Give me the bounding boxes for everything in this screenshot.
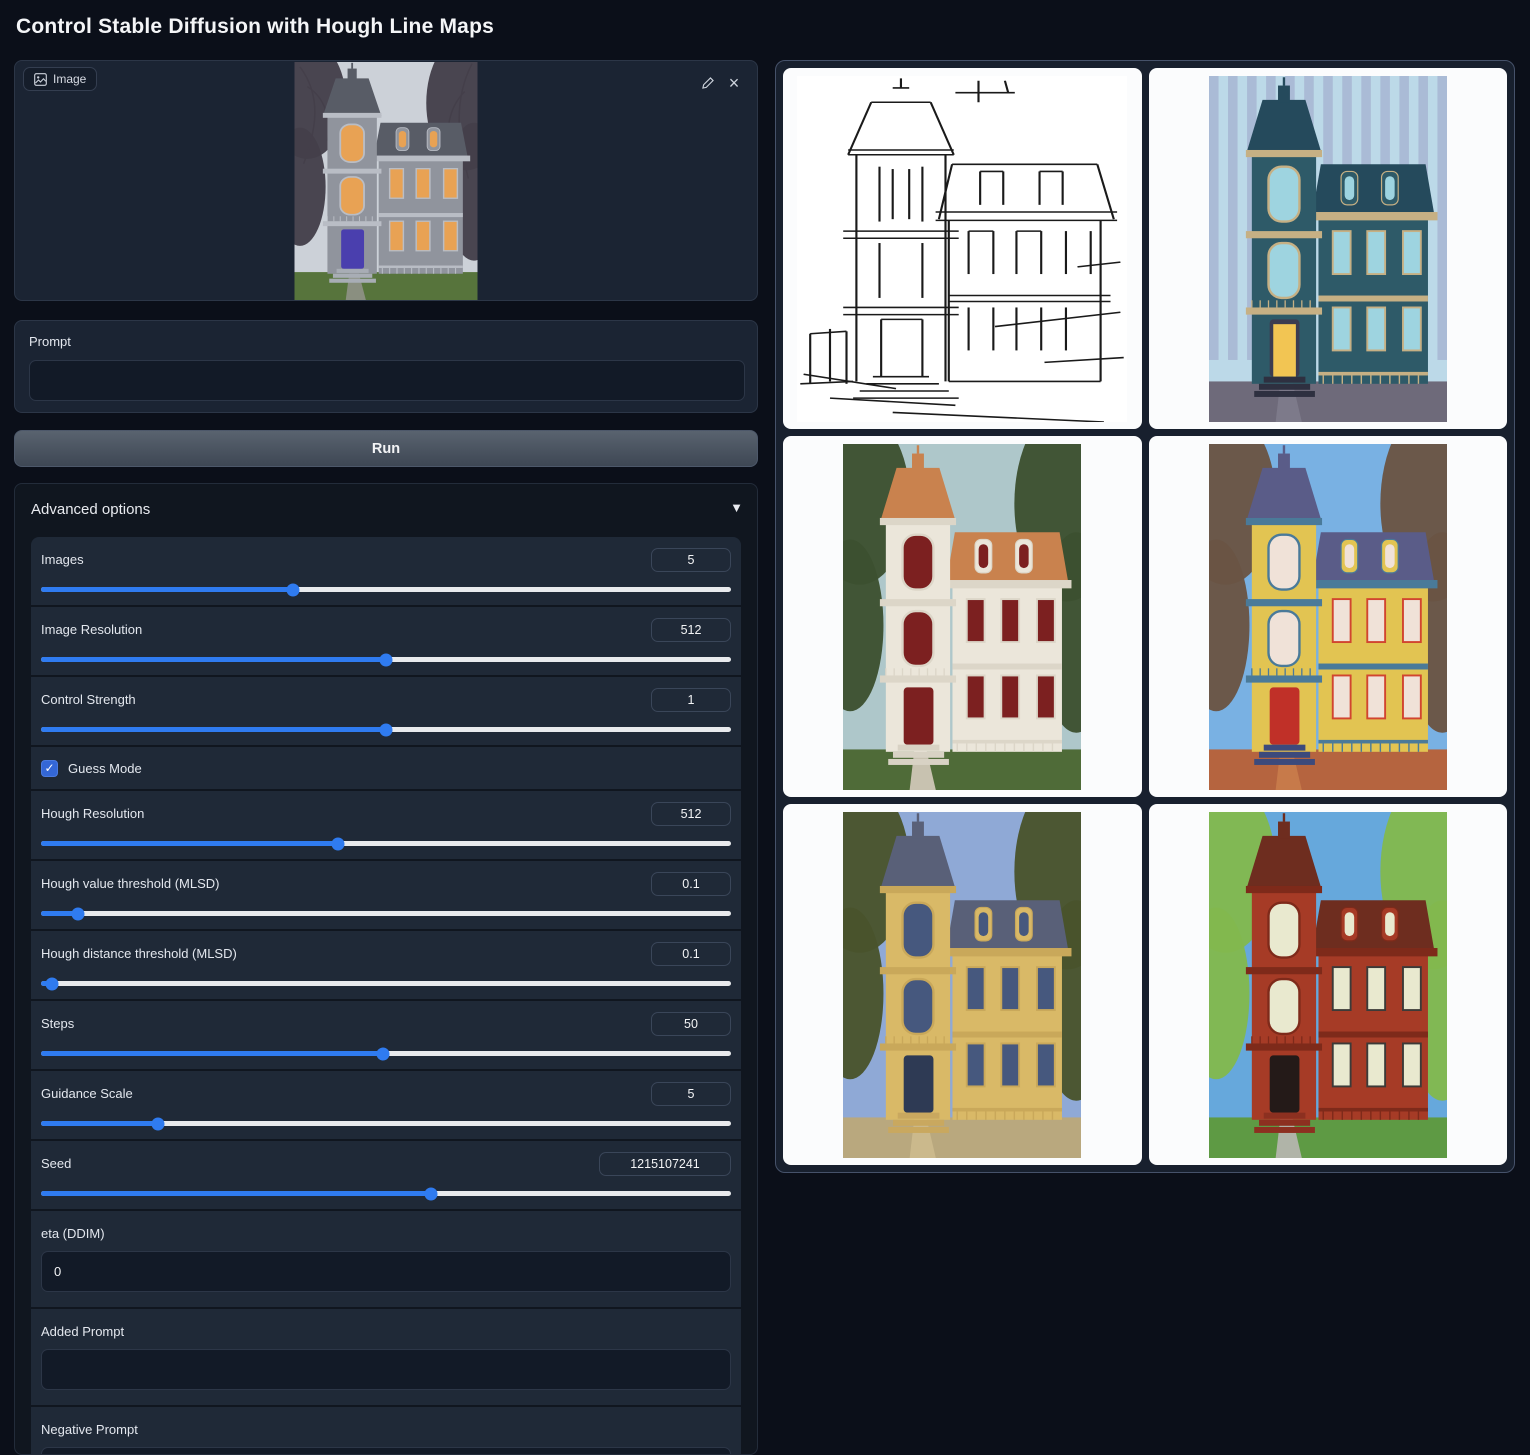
images-slider[interactable] xyxy=(41,587,731,592)
pencil-icon xyxy=(701,76,715,90)
run-button[interactable]: Run xyxy=(14,430,758,467)
hough-resolution-slider[interactable] xyxy=(41,841,731,846)
gallery-cell-result-yellow-blue-victorian-painting[interactable] xyxy=(1149,436,1508,797)
advanced-blocks: Images Image Resolution Control Strength ✓ G… xyxy=(31,537,741,1455)
steps-slider-handle[interactable] xyxy=(376,1047,389,1060)
result-hough-line-map-image xyxy=(797,76,1127,422)
hough-distance-threshold-mlsd-slider-handle[interactable] xyxy=(46,977,59,990)
image-resolution-slider-handle[interactable] xyxy=(380,653,393,666)
result-yellow-blue-victorian-painting-image xyxy=(1209,444,1447,790)
prompt-label: Prompt xyxy=(29,334,71,349)
eta-ddim-block: eta (DDIM) xyxy=(31,1211,741,1307)
control-strength-slider-fill xyxy=(41,727,386,732)
hough-value-threshold-mlsd-slider[interactable] xyxy=(41,911,731,916)
hough-resolution-value-input[interactable] xyxy=(651,802,731,826)
page-title: Control Stable Diffusion with Hough Line… xyxy=(16,15,494,39)
eta-ddim-input[interactable] xyxy=(41,1251,731,1292)
hough-distance-threshold-mlsd-slider-block: Hough distance threshold (MLSD) xyxy=(31,931,741,999)
guidance-scale-slider-fill xyxy=(41,1121,158,1126)
control-strength-value-input[interactable] xyxy=(651,688,731,712)
hough-value-threshold-mlsd-slider-block: Hough value threshold (MLSD) xyxy=(31,861,741,929)
hough-distance-threshold-mlsd-label: Hough distance threshold (MLSD) xyxy=(41,946,237,961)
gallery-cell-result-white-victorian-painting[interactable] xyxy=(783,436,1142,797)
guidance-scale-label: Guidance Scale xyxy=(41,1086,133,1101)
chevron-down-icon: ▼ xyxy=(730,500,743,515)
guess-mode-checkbox-block: ✓ Guess Mode xyxy=(31,747,741,789)
input-house-image xyxy=(295,62,478,300)
seed-value-input[interactable] xyxy=(599,1152,731,1176)
guess-mode-checkbox[interactable]: ✓ xyxy=(41,760,58,777)
hough-value-threshold-mlsd-value-input[interactable] xyxy=(651,872,731,896)
seed-slider-handle[interactable] xyxy=(424,1187,437,1200)
guidance-scale-value-input[interactable] xyxy=(651,1082,731,1106)
guidance-scale-slider-handle[interactable] xyxy=(152,1117,165,1130)
control-strength-slider[interactable] xyxy=(41,727,731,732)
x-icon: × xyxy=(729,74,740,92)
hough-distance-threshold-mlsd-slider[interactable] xyxy=(41,981,731,986)
images-slider-fill xyxy=(41,587,293,592)
steps-slider-block: Steps xyxy=(31,1001,741,1069)
advanced-options-title: Advanced options xyxy=(31,501,150,518)
advanced-options-accordion: Advanced options ▼ Images Image Resolutio… xyxy=(14,483,758,1455)
guess-mode-label: Guess Mode xyxy=(68,761,142,776)
steps-label: Steps xyxy=(41,1016,74,1031)
control-strength-slider-block: Control Strength xyxy=(31,677,741,745)
hough-resolution-label: Hough Resolution xyxy=(41,806,144,821)
image-label: Image xyxy=(53,72,86,86)
image-resolution-label: Image Resolution xyxy=(41,622,142,637)
hough-resolution-slider-block: Hough Resolution xyxy=(31,791,741,859)
result-gold-victorian-painting-image xyxy=(843,812,1081,1158)
added-prompt-input[interactable] xyxy=(41,1349,731,1390)
image-resolution-value-input[interactable] xyxy=(651,618,731,642)
hough-value-threshold-mlsd-slider-handle[interactable] xyxy=(71,907,84,920)
uploaded-house-photo[interactable] xyxy=(295,62,478,300)
images-value-input[interactable] xyxy=(651,548,731,572)
result-white-victorian-painting-image xyxy=(843,444,1081,790)
gallery-cell-result-teal-victorian-painting[interactable] xyxy=(1149,68,1508,429)
steps-value-input[interactable] xyxy=(651,1012,731,1036)
negative-prompt-block: Negative Prompt xyxy=(31,1407,741,1455)
seed-slider[interactable] xyxy=(41,1191,731,1196)
image-resolution-slider-fill xyxy=(41,657,386,662)
prompt-input[interactable] xyxy=(29,360,745,401)
image-resolution-slider[interactable] xyxy=(41,657,731,662)
hough-resolution-slider-fill xyxy=(41,841,338,846)
advanced-options-header[interactable]: Advanced options ▼ xyxy=(15,484,757,535)
steps-slider[interactable] xyxy=(41,1051,731,1056)
clear-image-button[interactable]: × xyxy=(723,72,745,94)
added-prompt-block: Added Prompt xyxy=(31,1309,741,1405)
control-strength-slider-handle[interactable] xyxy=(380,723,393,736)
gallery-cell-result-gold-victorian-painting[interactable] xyxy=(783,804,1142,1165)
hough-resolution-slider-handle[interactable] xyxy=(331,837,344,850)
images-slider-block: Images xyxy=(31,537,741,605)
eta-ddim-label: eta (DDIM) xyxy=(41,1226,731,1241)
added-prompt-label: Added Prompt xyxy=(41,1324,731,1339)
check-icon: ✓ xyxy=(44,762,54,774)
seed-label: Seed xyxy=(41,1156,71,1171)
result-red-brick-victorian-painting-image xyxy=(1209,812,1447,1158)
seed-slider-fill xyxy=(41,1191,431,1196)
result-gallery xyxy=(775,60,1515,1173)
images-label: Images xyxy=(41,552,84,567)
negative-prompt-label: Negative Prompt xyxy=(41,1422,731,1437)
image-resolution-slider-block: Image Resolution xyxy=(31,607,741,675)
guidance-scale-slider-block: Guidance Scale xyxy=(31,1071,741,1139)
steps-slider-fill xyxy=(41,1051,383,1056)
images-slider-handle[interactable] xyxy=(286,583,299,596)
app-page: Control Stable Diffusion with Hough Line… xyxy=(0,0,1530,1455)
seed-slider-block: Seed xyxy=(31,1141,741,1209)
negative-prompt-input[interactable] xyxy=(41,1447,731,1455)
image-icon xyxy=(34,73,47,86)
guidance-scale-slider[interactable] xyxy=(41,1121,731,1126)
gallery-cell-result-red-brick-victorian-painting[interactable] xyxy=(1149,804,1508,1165)
hough-value-threshold-mlsd-label: Hough value threshold (MLSD) xyxy=(41,876,219,891)
input-image-component[interactable]: Image × xyxy=(14,60,758,301)
gallery-cell-result-hough-line-map[interactable] xyxy=(783,68,1142,429)
hough-distance-threshold-mlsd-value-input[interactable] xyxy=(651,942,731,966)
result-teal-victorian-painting-image xyxy=(1209,76,1447,422)
prompt-component: Prompt xyxy=(14,320,758,413)
image-label-badge: Image xyxy=(23,67,97,91)
edit-image-button[interactable] xyxy=(697,72,719,94)
control-strength-label: Control Strength xyxy=(41,692,136,707)
